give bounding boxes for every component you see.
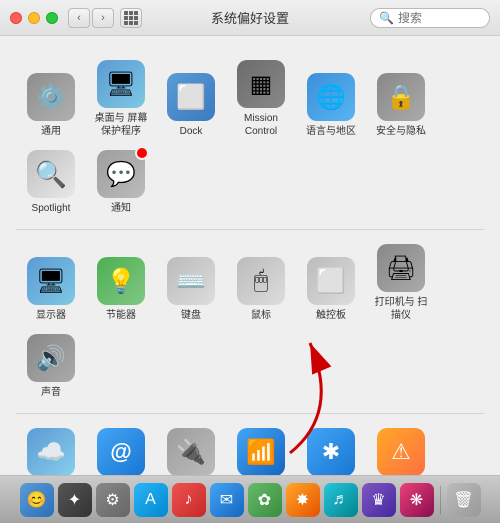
app-item-tongyong[interactable]: ⚙️ 通用: [16, 54, 86, 144]
dock-item-trash[interactable]: 🗑: [447, 483, 481, 517]
dock-item-preferences[interactable]: ⚙: [96, 483, 130, 517]
app-icon-mission: ▦: [237, 60, 285, 108]
window-title: 系统偏好设置: [211, 8, 289, 27]
app-item-shubiao[interactable]: 🖱 鼠标: [226, 238, 296, 328]
forward-button[interactable]: ›: [92, 8, 114, 28]
app-icon-tongyong: ⚙️: [27, 73, 75, 121]
app-icon-shengyin: 🔊: [27, 334, 75, 382]
app-item-wangluo[interactable]: 📶网络: [226, 422, 296, 475]
app-item-kuozhang[interactable]: 🔌扩展: [156, 422, 226, 475]
app-icon-gongxiang: ⚠: [377, 428, 425, 475]
app-icon-xianshi: 🖥: [27, 257, 75, 305]
app-item-jianpan[interactable]: ⌨️ 键盘: [156, 238, 226, 328]
app-icon-hulian: @: [97, 428, 145, 475]
app-label-shubiao: 鼠标: [251, 309, 271, 322]
app-label-tongzhi: 通知: [111, 202, 131, 215]
app-item-shengyin[interactable]: 🔊 声音: [16, 328, 86, 405]
app-item-hulian[interactable]: @互联网 帐户: [86, 422, 156, 475]
grid-view-button[interactable]: [120, 8, 142, 28]
close-button[interactable]: [10, 12, 22, 24]
dock-item-app10[interactable]: ♛: [362, 483, 396, 517]
app-icon-dayin: 🖨: [377, 244, 425, 292]
dock-item-app5[interactable]: ♪: [172, 483, 206, 517]
app-section-section2: 🖥 显示器 💡 节能器 ⌨️ 键盘 🖱 鼠标 ⬜ 触控板 🖨 打印机与 扫描仪 🔊 声音: [16, 230, 484, 414]
dock: 😊✦⚙A♪✉✿✸♬♛❋ 🗑: [0, 475, 500, 523]
app-item-mission[interactable]: ▦ Mission Control: [226, 54, 296, 144]
app-label-xianshi: 显示器: [36, 309, 66, 322]
search-box[interactable]: 🔍: [370, 8, 490, 28]
dock-item-finder[interactable]: 😊: [20, 483, 54, 517]
app-item-chumo[interactable]: ⬜ 触控板: [296, 238, 366, 328]
search-input[interactable]: [398, 11, 478, 25]
app-label-shengyin: 声音: [41, 386, 61, 399]
app-label-zhuomian: 桌面与 屏幕保护程序: [90, 112, 152, 138]
app-icon-dock: ⬜: [167, 73, 215, 121]
app-icon-spotlight: 🔍: [27, 150, 75, 198]
app-item-gongxiang[interactable]: ⚠共享: [366, 422, 436, 475]
app-label-jieneng: 节能器: [106, 309, 136, 322]
app-label-dock: Dock: [180, 125, 203, 138]
app-item-icloud[interactable]: ☁️iCloud: [16, 422, 86, 475]
app-item-dayin[interactable]: 🖨 打印机与 扫描仪: [366, 238, 436, 328]
app-label-anquan: 安全与隐私: [376, 125, 426, 138]
app-icon-zhuomian: 🖥: [97, 60, 145, 108]
app-label-mission: Mission Control: [230, 112, 292, 138]
dock-item-app7[interactable]: ✿: [248, 483, 282, 517]
titlebar: ‹ › 系统偏好设置 🔍: [0, 0, 500, 36]
app-item-anquan[interactable]: 🔒 安全与隐私: [366, 54, 436, 144]
app-icon-icloud: ☁️: [27, 428, 75, 475]
app-icon-yuyan: 🌐: [307, 73, 355, 121]
app-label-yuyan: 语言与地区: [306, 125, 356, 138]
app-item-tongzhi[interactable]: 💬 通知: [86, 144, 156, 221]
minimize-button[interactable]: [28, 12, 40, 24]
maximize-button[interactable]: [46, 12, 58, 24]
app-icon-shubiao: 🖱: [237, 257, 285, 305]
app-icon-chumo: ⬜: [307, 257, 355, 305]
app-item-yuyan[interactable]: 🌐 语言与地区: [296, 54, 366, 144]
app-label-dayin: 打印机与 扫描仪: [370, 296, 432, 322]
app-section-section3: ☁️iCloud@互联网 帐户🔌扩展📶网络✱蓝牙⚠共享: [16, 414, 484, 475]
dock-item-app6[interactable]: ✉: [210, 483, 244, 517]
dock-item-appstore2[interactable]: A: [134, 483, 168, 517]
app-label-spotlight: Spotlight: [32, 202, 71, 215]
app-icon-wangluo: 📶: [237, 428, 285, 475]
dock-item-app11[interactable]: ❋: [400, 483, 434, 517]
app-icon-anquan: 🔒: [377, 73, 425, 121]
search-icon: 🔍: [379, 11, 394, 25]
app-item-zhuomian[interactable]: 🖥 桌面与 屏幕保护程序: [86, 54, 156, 144]
app-item-dock[interactable]: ⬜ Dock: [156, 54, 226, 144]
app-item-lanya[interactable]: ✱蓝牙: [296, 422, 366, 475]
app-icon-tongzhi: 💬: [97, 150, 145, 198]
back-button[interactable]: ‹: [68, 8, 90, 28]
dock-item-app9[interactable]: ♬: [324, 483, 358, 517]
app-label-chumo: 触控板: [316, 309, 346, 322]
notification-badge-tongzhi: [135, 146, 149, 160]
dock-separator: [440, 486, 441, 514]
traffic-lights: [10, 12, 58, 24]
app-label-tongyong: 通用: [41, 125, 61, 138]
app-item-jieneng[interactable]: 💡 节能器: [86, 238, 156, 328]
app-icon-kuozhang: 🔌: [167, 428, 215, 475]
main-content: ⚙️ 通用 🖥 桌面与 屏幕保护程序 ⬜ Dock ▦ Mission Control 🌐 语言与…: [0, 36, 500, 475]
app-label-jianpan: 键盘: [181, 309, 201, 322]
app-item-spotlight[interactable]: 🔍 Spotlight: [16, 144, 86, 221]
app-icon-jieneng: 💡: [97, 257, 145, 305]
nav-buttons: ‹ ›: [68, 8, 114, 28]
app-icon-jianpan: ⌨️: [167, 257, 215, 305]
dock-item-launchpad[interactable]: ✦: [58, 483, 92, 517]
app-section-section1: ⚙️ 通用 🖥 桌面与 屏幕保护程序 ⬜ Dock ▦ Mission Control 🌐 语言与…: [16, 46, 484, 230]
dock-item-app8[interactable]: ✸: [286, 483, 320, 517]
app-icon-lanya: ✱: [307, 428, 355, 475]
app-item-xianshi[interactable]: 🖥 显示器: [16, 238, 86, 328]
grid-icon: [124, 11, 138, 25]
